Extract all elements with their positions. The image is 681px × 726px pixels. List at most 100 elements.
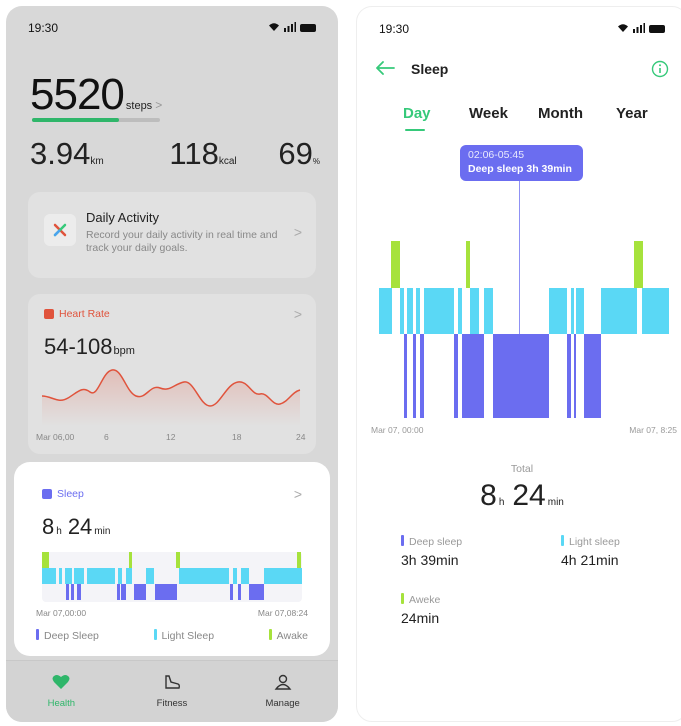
steps-progress-fill — [32, 118, 120, 122]
awake-bar — [634, 241, 643, 288]
sleep-start-label: Mar 07,00:00 — [36, 608, 87, 618]
light-bar — [601, 288, 637, 334]
light-bar — [642, 288, 669, 334]
calories-stat: 118kcal — [169, 136, 236, 172]
awake-stat: Aweke 24min — [401, 593, 440, 626]
status-time: 19:30 — [28, 21, 59, 35]
light-bar — [400, 288, 404, 334]
heart-rate-card[interactable]: Heart Rate > 54-108 bpm Mar 06,00 6 12 1… — [28, 294, 316, 454]
legend-swatch — [561, 535, 564, 546]
deep-bar — [493, 334, 549, 418]
sleep-end-label: Mar 07,08:24 — [257, 608, 308, 618]
awake-bar — [176, 552, 180, 568]
light-sleep-value: 4h 21min — [561, 552, 619, 568]
deep-bar — [155, 584, 177, 600]
deep-bar — [117, 584, 120, 600]
steps-value: 5520 — [30, 70, 125, 119]
steps-summary[interactable]: 5520 steps > 3.94km 118kcal 69% — [30, 70, 320, 180]
light-bar — [118, 568, 122, 584]
total-hours-unit: h — [498, 497, 505, 508]
chevron-right-icon: > — [155, 98, 163, 112]
light-bar — [146, 568, 154, 584]
percent-unit: % — [312, 157, 320, 166]
percent-value: 69 — [278, 136, 313, 171]
calories-value: 118 — [169, 136, 219, 171]
sleep-title: Sleep — [57, 488, 84, 500]
deep-sleep-value: 3h 39min — [401, 552, 459, 568]
deep-bar — [66, 584, 69, 600]
sleep-tooltip: 02:06-05:45 Deep sleep 3h 39min — [460, 145, 583, 181]
light-bar — [470, 288, 479, 334]
deep-bar — [462, 334, 470, 418]
tab-health[interactable]: Health — [21, 674, 101, 709]
awake-label: Aweke — [409, 594, 441, 606]
health-overview-screen: 19:30 5520 steps > 3.94km 118kcal 69% Da… — [6, 6, 338, 722]
heart-rate-range: 54-108 — [44, 334, 113, 359]
deep-bar — [420, 334, 424, 418]
heart-icon — [52, 674, 70, 694]
tab-month[interactable]: Month — [538, 105, 583, 122]
light-sleep-stat: Light sleep 4h 21min — [561, 535, 620, 568]
distance-stat: 3.94km — [30, 136, 104, 172]
tab-week[interactable]: Week — [469, 105, 508, 122]
light-bar — [416, 288, 420, 334]
info-button[interactable] — [651, 60, 669, 78]
sleep-detail-screen: 19:30 Sleep Day Week Month Year 02:06-05… — [356, 6, 681, 722]
chevron-right-icon: > — [293, 224, 302, 240]
light-bar — [233, 568, 237, 584]
status-bar: 19:30 — [379, 21, 665, 37]
legend-swatch — [36, 629, 39, 640]
deep-bar — [470, 334, 484, 418]
deep-bar — [230, 584, 233, 600]
light-bar — [65, 568, 72, 584]
light-sleep-label: Light sleep — [569, 536, 620, 548]
arrow-left-icon — [375, 61, 395, 79]
tick-label: 12 — [166, 432, 176, 442]
light-bar — [241, 568, 249, 584]
distance-value: 3.94 — [30, 136, 91, 171]
awake-bar — [42, 552, 49, 568]
chevron-right-icon: > — [293, 486, 302, 502]
legend-light: Light Sleep — [153, 629, 214, 642]
deep-bar — [454, 334, 458, 418]
deep-bar — [413, 334, 416, 418]
light-bar — [549, 288, 567, 334]
legend-swatch — [268, 629, 272, 640]
activity-icon — [44, 214, 76, 246]
sleep-stage-chart — [379, 241, 669, 419]
sleep-minutes-unit: min — [94, 526, 111, 537]
tab-manage[interactable]: Manage — [243, 674, 323, 709]
legend-label: Awake — [276, 630, 308, 642]
daily-activity-card[interactable]: Daily Activity Record your daily activit… — [28, 192, 316, 278]
deep-bar — [238, 584, 241, 600]
total-minutes-unit: min — [547, 497, 564, 508]
tab-fitness[interactable]: Fitness — [132, 674, 212, 709]
chart-axis-start: Mar 07, 00:00 — [371, 425, 424, 435]
deep-bar — [249, 584, 264, 600]
sleep-minutes: 24 — [67, 514, 93, 539]
deep-bar — [404, 334, 407, 418]
awake-bar — [129, 552, 132, 568]
total-duration: 8 h 24 min — [357, 479, 681, 513]
light-bar — [59, 568, 62, 584]
deep-bar — [584, 334, 601, 418]
status-bar: 19:30 — [28, 20, 316, 36]
deep-bar — [134, 584, 146, 600]
sleep-card[interactable]: Sleep > 8 h 24 min Mar 07,00:00 Mar 07,0… — [28, 472, 316, 648]
tab-day[interactable]: Day — [403, 105, 431, 122]
deep-bar — [77, 584, 81, 600]
back-button[interactable] — [375, 61, 397, 79]
page-title: Sleep — [411, 61, 449, 77]
sleep-icon — [42, 489, 52, 499]
total-minutes: 24 — [512, 479, 546, 512]
legend-swatch — [401, 593, 404, 604]
legend-swatch — [153, 629, 157, 640]
daily-activity-title: Daily Activity — [86, 210, 159, 225]
awake-bar — [297, 552, 301, 568]
tab-label: Manage — [265, 698, 300, 709]
tab-year[interactable]: Year — [616, 105, 648, 122]
deep-bar — [71, 584, 74, 600]
light-bar — [484, 288, 493, 334]
total-label: Total — [510, 463, 534, 475]
heart-rate-unit: bpm — [113, 345, 135, 357]
